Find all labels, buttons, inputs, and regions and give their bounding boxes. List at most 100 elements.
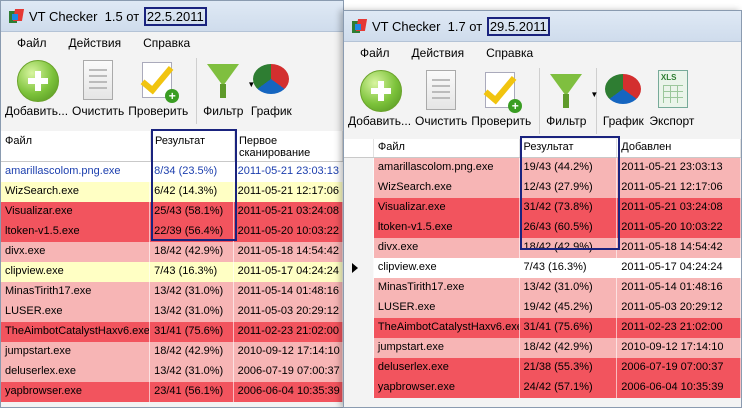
row-indicator[interactable]	[344, 197, 374, 218]
table-row[interactable]: MinasTirith17.exe 13/42 (31.0%) 2011-05-14…	[1, 281, 343, 302]
menu-bar: Файл Действия Справка	[1, 32, 343, 54]
table-row[interactable]: Visualizar.exe 25/43 (58.1%) 2011-05-21 03…	[1, 201, 343, 222]
cell-file: amarillascolom.png.exe	[1, 161, 151, 182]
table-row[interactable]: TheAimbotCatalystHaxv6.exe 31/41 (75.6%) 2…	[1, 321, 343, 342]
app-logo-icon	[9, 9, 25, 23]
cell-file: TheAimbotCatalystHaxv6.exe	[373, 317, 520, 338]
column-result[interactable]: Результат	[520, 139, 618, 157]
table-row[interactable]: TheAimbotCatalystHaxv6.exe 31/41 (75.6%) 2…	[344, 317, 741, 338]
cell-date: 2011-05-21 23:03:13	[233, 161, 343, 182]
cell-result: 18/42 (42.9%)	[150, 241, 234, 262]
table-row[interactable]: deluserlex.exe 13/42 (31.0%) 2006-07-19 07…	[1, 361, 343, 382]
cell-file: yapbrowser.exe	[1, 381, 151, 402]
cell-date: 2011-05-20 10:03:22	[233, 221, 343, 242]
row-indicator[interactable]	[344, 157, 374, 178]
cell-file: divx.exe	[373, 237, 520, 258]
column-first-scan[interactable]: Первое сканирование	[235, 131, 343, 161]
cell-result: 22/39 (56.4%)	[150, 221, 234, 242]
add-button[interactable]: Добавить...	[348, 68, 411, 128]
menu-bar: Файл Действия Справка	[344, 42, 741, 64]
row-indicator[interactable]	[344, 297, 374, 318]
current-row-arrow-icon	[352, 262, 358, 273]
results-table: Файл Результат Первое сканирование amari…	[1, 131, 343, 402]
row-indicator[interactable]	[344, 377, 374, 398]
row-indicator[interactable]	[344, 357, 374, 378]
cell-date: 2006-06-04 10:35:39	[233, 381, 343, 402]
row-indicator[interactable]	[344, 217, 374, 238]
menu-file[interactable]: Файл	[360, 46, 390, 60]
table-row[interactable]: amarillascolom.png.exe 8/34 (23.5%) 2011-0…	[1, 161, 343, 182]
table-row[interactable]: jumpstart.exe 18/42 (42.9%) 2010-09-12 17:…	[344, 337, 741, 358]
chart-button[interactable]: График	[249, 58, 293, 118]
table-row[interactable]: WizSearch.exe 6/42 (14.3%) 2011-05-21 12:1…	[1, 181, 343, 202]
table-row[interactable]: jumpstart.exe 18/42 (42.9%) 2010-09-12 17:…	[1, 341, 343, 362]
table-row[interactable]: LUSER.exe 19/42 (45.2%) 2011-05-03 20:29:1…	[344, 297, 741, 318]
table-row[interactable]: ltoken-v1.5.exe 22/39 (56.4%) 2011-05-20 1…	[1, 221, 343, 242]
table-row[interactable]: Visualizar.exe 31/42 (73.8%) 2011-05-21 03…	[344, 197, 741, 218]
toolbar: Добавить... Очистить + Проверить ▼ Фильт…	[344, 64, 741, 145]
table-row[interactable]: deluserlex.exe 21/38 (55.3%) 2006-07-19 07…	[344, 357, 741, 378]
row-indicator[interactable]	[344, 337, 374, 358]
version-date: 22.5.2011	[143, 6, 207, 26]
checklist-icon: +	[136, 58, 180, 103]
table-row[interactable]: yapbrowser.exe 24/42 (57.1%) 2006-06-04 10…	[344, 377, 741, 398]
checklist-icon: +	[479, 68, 523, 113]
cell-result: 8/34 (23.5%)	[150, 161, 234, 182]
cell-result: 19/43 (44.2%)	[519, 157, 618, 178]
column-file[interactable]: Файл	[374, 139, 520, 157]
column-file[interactable]: Файл	[1, 131, 151, 161]
column-result[interactable]: Результат	[151, 131, 235, 161]
check-button[interactable]: + Проверить	[471, 68, 531, 128]
cell-date: 2011-05-18 14:54:42	[617, 237, 741, 258]
menu-help[interactable]: Справка	[486, 46, 533, 60]
cell-date: 2010-09-12 17:14:10	[617, 337, 741, 358]
cell-result: 25/43 (58.1%)	[150, 201, 234, 222]
clear-button[interactable]: Очистить	[415, 68, 467, 128]
cell-file: deluserlex.exe	[373, 357, 520, 378]
row-indicator[interactable]	[344, 277, 374, 298]
menu-help[interactable]: Справка	[143, 36, 190, 50]
cell-date: 2006-07-19 07:00:37	[233, 361, 343, 382]
filter-icon: ▼	[544, 68, 598, 112]
cell-file: TheAimbotCatalystHaxv6.exe	[1, 321, 151, 342]
table-row[interactable]: amarillascolom.png.exe 19/43 (44.2%) 2011-…	[344, 157, 741, 178]
filter-button[interactable]: ▼ Фильтр	[544, 68, 598, 128]
menu-actions[interactable]: Действия	[69, 36, 122, 50]
cell-file: divx.exe	[1, 241, 151, 262]
column-added[interactable]: Добавлен	[617, 139, 741, 157]
table-row[interactable]: MinasTirith17.exe 13/42 (31.0%) 2011-05-14…	[344, 277, 741, 298]
cell-result: 23/41 (56.1%)	[150, 381, 234, 402]
app-logo-icon	[352, 19, 368, 33]
row-indicator[interactable]	[344, 237, 374, 258]
cell-file: jumpstart.exe	[373, 337, 520, 358]
document-icon	[76, 58, 120, 102]
menu-file[interactable]: Файл	[17, 36, 47, 50]
table-row[interactable]: LUSER.exe 13/42 (31.0%) 2011-05-03 20:29:1…	[1, 301, 343, 322]
add-icon	[15, 58, 59, 102]
filter-button[interactable]: ▼ Фильтр	[201, 58, 255, 118]
menu-actions[interactable]: Действия	[412, 46, 465, 60]
row-indicator[interactable]	[344, 177, 374, 198]
add-button[interactable]: Добавить...	[5, 58, 68, 118]
cell-result: 18/42 (42.9%)	[519, 237, 618, 258]
chart-icon	[601, 68, 645, 112]
table-row[interactable]: clipview.exe 7/43 (16.3%) 2011-05-17 04:24…	[1, 261, 343, 282]
toolbar-separator	[596, 68, 598, 134]
chart-button[interactable]: График	[601, 68, 645, 128]
row-indicator[interactable]	[344, 257, 374, 278]
table-row[interactable]: WizSearch.exe 12/43 (27.9%) 2011-05-21 12:…	[344, 177, 741, 198]
row-indicator[interactable]	[344, 317, 374, 338]
table-row[interactable]: clipview.exe 7/43 (16.3%) 2011-05-17 04:24…	[344, 257, 741, 278]
cell-file: ltoken-v1.5.exe	[1, 221, 151, 242]
cell-result: 19/42 (45.2%)	[519, 297, 618, 318]
table-row[interactable]: divx.exe 18/42 (42.9%) 2011-05-18 14:54:42	[344, 237, 741, 258]
cell-result: 31/42 (73.8%)	[519, 197, 618, 218]
title-bar: VT Checker 1.5 от 22.5.2011	[1, 1, 343, 32]
cell-file: LUSER.exe	[373, 297, 520, 318]
clear-button[interactable]: Очистить	[72, 58, 124, 118]
table-row[interactable]: yapbrowser.exe 23/41 (56.1%) 2006-06-04 10…	[1, 381, 343, 402]
check-button[interactable]: + Проверить	[128, 58, 188, 118]
table-row[interactable]: divx.exe 18/42 (42.9%) 2011-05-18 14:54:42	[1, 241, 343, 262]
table-row[interactable]: ltoken-v1.5.exe 26/43 (60.5%) 2011-05-20 1…	[344, 217, 741, 238]
export-button[interactable]: XLS Экспорт	[649, 68, 694, 128]
